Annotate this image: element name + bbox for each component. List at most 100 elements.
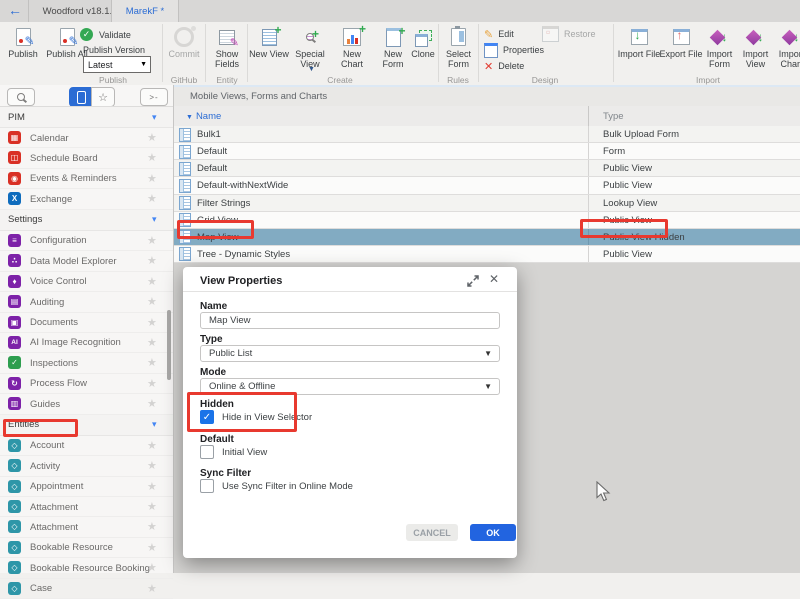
close-dialog-icon[interactable]: ✕	[489, 272, 499, 286]
column-header-type[interactable]: Type	[603, 111, 624, 122]
table-row-filter-strings[interactable]: Filter StringsLookup View	[174, 195, 800, 212]
sidebar-item-ai-image-recognition[interactable]: AIAI Image Recognition★	[0, 333, 173, 353]
properties-button[interactable]: Properties	[484, 43, 544, 57]
hidden-section-label: Hidden	[200, 399, 234, 410]
favorite-star-icon[interactable]: ★	[147, 295, 157, 308]
table-row-default-withnextwide[interactable]: Default-withNextWidePublic View	[174, 177, 800, 194]
sidebar-item-configuration[interactable]: ≡Configuration★	[0, 231, 173, 251]
sidebar-item-data-model-explorer[interactable]: ∴Data Model Explorer★	[0, 251, 173, 271]
sidebar-item-bookable-resource[interactable]: ◇Bookable Resource★	[0, 538, 173, 558]
chevron-down-icon: ▼	[484, 382, 492, 391]
table-row-map-view[interactable]: Map ViewPublic View Hidden	[174, 229, 800, 246]
favorite-star-icon[interactable]: ★	[147, 459, 157, 472]
sidebar-item-voice-control[interactable]: ♦Voice Control★	[0, 272, 173, 292]
favorite-star-icon[interactable]: ★	[147, 541, 157, 554]
sidebar-item-events-reminders[interactable]: ◉Events & Reminders★	[0, 169, 173, 189]
sidebar-item-activity[interactable]: ◇Activity★	[0, 456, 173, 476]
export-file-button[interactable]: ↑ Export File	[658, 25, 704, 71]
sliders-icon: ≡	[8, 234, 21, 247]
bell-icon: ◉	[8, 172, 21, 185]
table-row-grid-view[interactable]: Grid ViewPublic View	[174, 212, 800, 229]
publish-button[interactable]: ✎ Publish	[2, 25, 44, 71]
favorite-star-icon[interactable]: ★	[147, 561, 157, 574]
sidebar-item-schedule-board[interactable]: ◫Schedule Board★	[0, 148, 173, 168]
favorite-star-icon[interactable]: ★	[147, 336, 157, 349]
sidebar-item-guides[interactable]: ▥Guides★	[0, 394, 173, 414]
select-form-button[interactable]: Select Form	[440, 25, 477, 71]
favorite-star-icon[interactable]: ★	[147, 172, 157, 185]
favorite-star-icon[interactable]: ★	[147, 377, 157, 390]
favorite-star-icon[interactable]: ★	[147, 254, 157, 267]
edit-pencil-icon: ✎	[484, 28, 493, 41]
expand-dialog-icon[interactable]	[466, 274, 481, 288]
table-row-bulk1[interactable]: Bulk1Bulk Upload Form	[174, 126, 800, 143]
favorite-star-icon[interactable]: ★	[147, 582, 157, 595]
use-sync-filter-checkbox[interactable]: Use Sync Filter in Online Mode	[200, 479, 353, 493]
sidebar-item-exchange[interactable]: XExchange★	[0, 189, 173, 209]
sidebar-item-documents[interactable]: ▣Documents★	[0, 313, 173, 333]
table-row-default[interactable]: DefaultPublic View	[174, 160, 800, 177]
import-file-button[interactable]: ↓ Import File	[616, 25, 662, 71]
table-row-tree-dynamic-styles[interactable]: Tree - Dynamic StylesPublic View	[174, 246, 800, 263]
ok-button[interactable]: OK	[470, 524, 516, 541]
sidebar-item-process-flow[interactable]: ↻Process Flow★	[0, 374, 173, 394]
favorite-star-icon[interactable]: ★	[147, 234, 157, 247]
sidebar-section-settings[interactable]: Settings▾	[0, 210, 173, 231]
search-button[interactable]	[7, 88, 35, 106]
sidebar-section-pim[interactable]: PIM▾	[0, 107, 173, 128]
favorite-star-icon[interactable]: ★	[147, 192, 157, 205]
type-select[interactable]: Public List ▼	[200, 345, 500, 362]
favorite-star-icon[interactable]: ★	[147, 275, 157, 288]
delete-button[interactable]: ✕ Delete	[484, 59, 524, 73]
column-header-name[interactable]: ▼Name	[186, 111, 221, 122]
favorite-star-icon[interactable]: ★	[147, 151, 157, 164]
special-view-dropdown-icon[interactable]: ▼	[308, 66, 315, 73]
sidebar-scrollbar[interactable]	[167, 310, 171, 380]
clone-button[interactable]: Clone	[406, 25, 440, 71]
sidebar-item-inspections[interactable]: ✓Inspections★	[0, 353, 173, 373]
favorite-star-icon[interactable]: ★	[147, 480, 157, 493]
sidebar-item-attachment[interactable]: ◇Attachment★	[0, 497, 173, 517]
edit-button[interactable]: ✎ Edit	[484, 27, 514, 41]
favorites-filter-button[interactable]: ☆	[91, 87, 115, 107]
data-model-icon: ∴	[8, 254, 21, 267]
new-view-button[interactable]: + New View	[249, 25, 289, 71]
sidebar-item-calendar[interactable]: ▦Calendar★	[0, 128, 173, 148]
console-button[interactable]: >-	[140, 88, 168, 106]
sidebar-item-auditing[interactable]: ▤Auditing★	[0, 292, 173, 312]
default-section-label: Default	[200, 434, 234, 445]
favorite-star-icon[interactable]: ★	[147, 439, 157, 452]
favorite-star-icon[interactable]: ★	[147, 356, 157, 369]
show-fields-button[interactable]: ✎ Show Fields	[207, 25, 247, 71]
cancel-button[interactable]: CANCEL	[406, 524, 458, 541]
new-chart-icon: +	[343, 28, 361, 46]
sidebar-item-appointment[interactable]: ◇Appointment★	[0, 477, 173, 497]
favorite-star-icon[interactable]: ★	[147, 316, 157, 329]
sidebar-item-case[interactable]: ◇Case★	[0, 579, 173, 599]
sync-filter-section-label: Sync Filter	[200, 468, 251, 479]
table-row-default[interactable]: DefaultForm	[174, 143, 800, 160]
mobile-projects-button[interactable]	[69, 87, 93, 107]
validate-button[interactable]: ✓ Validate	[80, 28, 131, 41]
favorite-star-icon[interactable]: ★	[147, 520, 157, 533]
name-input[interactable]	[200, 312, 500, 329]
favorite-star-icon[interactable]: ★	[147, 500, 157, 513]
publish-version-select[interactable]: Latest ▼	[83, 56, 151, 73]
sidebar-section-entities[interactable]: Entities▾	[0, 415, 173, 436]
import-view-button[interactable]: ↓ Import View	[737, 25, 774, 71]
tab-project-marekf[interactable]: MarekF *	[111, 0, 179, 22]
favorite-star-icon[interactable]: ★	[147, 131, 157, 144]
ribbon-toolbar: ✎ Publish ✎ Publish All ✓ Validate Publi…	[0, 22, 800, 86]
hide-in-view-selector-checkbox[interactable]: ✓ Hide in View Selector	[200, 410, 312, 424]
import-chart-button[interactable]: ↓ Import Chart	[773, 25, 800, 71]
favorite-star-icon[interactable]: ★	[147, 397, 157, 410]
new-chart-button[interactable]: + New Chart	[331, 25, 373, 71]
sidebar-item-attachment[interactable]: ◇Attachment★	[0, 517, 173, 537]
initial-view-checkbox[interactable]: Initial View	[200, 445, 267, 459]
back-arrow-icon[interactable]: ←	[8, 2, 22, 18]
sidebar-item-bookable-resource-booking[interactable]: ◇Bookable Resource Booking★	[0, 558, 173, 578]
mode-select[interactable]: Online & Offline ▼	[200, 378, 500, 395]
sidebar-item-account[interactable]: ◇Account★	[0, 436, 173, 456]
special-view-button[interactable]: + Special View	[289, 25, 331, 71]
import-form-button[interactable]: ↓ Import Form	[701, 25, 738, 71]
